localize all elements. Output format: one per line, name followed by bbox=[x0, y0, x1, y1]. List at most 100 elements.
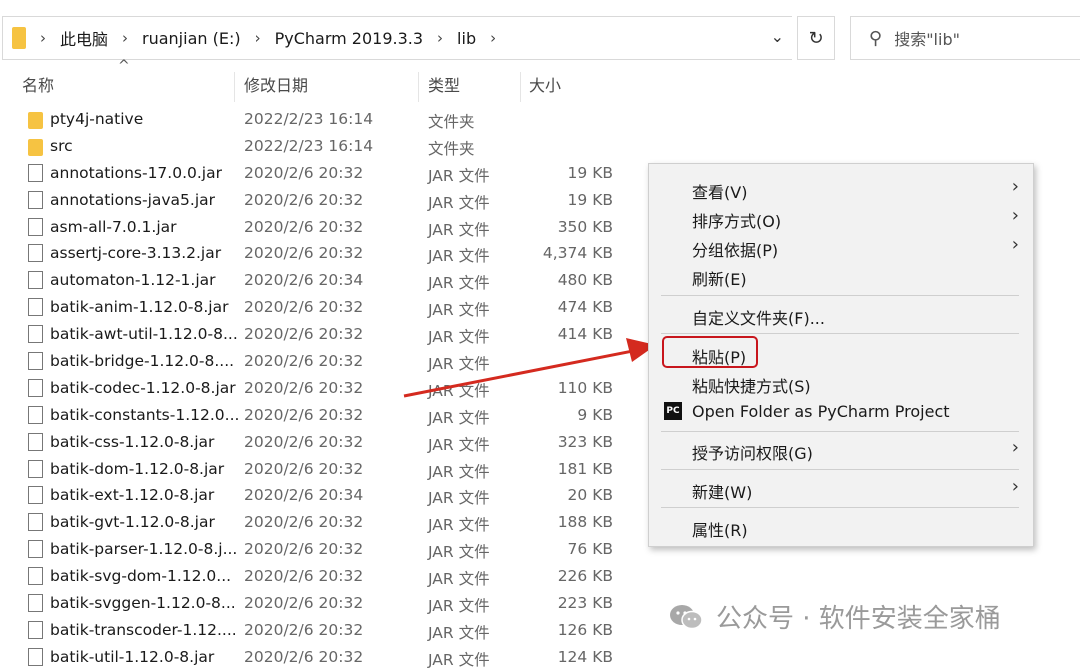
file-type: JAR 文件 bbox=[428, 650, 490, 669]
file-row[interactable]: batik-css-1.12.0-8.jar 2020/2/6 20:32 JAR … bbox=[0, 430, 640, 457]
menu-item-refresh[interactable]: 刷新(E) bbox=[692, 266, 747, 290]
file-size: 20 KB bbox=[567, 486, 613, 505]
file-date: 2020/2/6 20:32 bbox=[244, 567, 364, 586]
breadcrumb-lib[interactable]: lib bbox=[457, 29, 476, 48]
file-type: JAR 文件 bbox=[428, 408, 490, 427]
search-placeholder: 搜索"lib" bbox=[894, 30, 960, 49]
file-type: JAR 文件 bbox=[428, 274, 490, 293]
file-name: batik-constants-1.12.0... bbox=[50, 405, 240, 424]
file-size: 110 KB bbox=[557, 378, 613, 397]
breadcrumb-drive[interactable]: ruanjian (E:) bbox=[142, 29, 241, 48]
address-bar[interactable]: › 此电脑 › ruanjian (E:) › PyCharm 2019.3.3… bbox=[2, 16, 792, 60]
file-date: 2020/2/6 20:32 bbox=[244, 594, 364, 613]
column-type[interactable]: 类型 bbox=[428, 72, 460, 96]
file-row[interactable]: automaton-1.12-1.jar 2020/2/6 20:34 JAR 文件… bbox=[0, 268, 640, 295]
menu-item-sort[interactable]: 排序方式(O) bbox=[692, 208, 781, 232]
breadcrumb-pycharm[interactable]: PyCharm 2019.3.3 bbox=[275, 29, 423, 48]
column-name[interactable]: 名称 bbox=[22, 72, 54, 96]
file-row[interactable]: batik-svg-dom-1.12.0... 2020/2/6 20:32 JAR… bbox=[0, 564, 640, 591]
breadcrumb-this-pc[interactable]: 此电脑 bbox=[60, 26, 108, 50]
file-name: batik-transcoder-1.12.... bbox=[50, 620, 237, 639]
file-row[interactable]: batik-svggen-1.12.0-8... 2020/2/6 20:32 JA… bbox=[0, 591, 640, 618]
file-row[interactable]: assertj-core-3.13.2.jar 2020/2/6 20:32 JAR… bbox=[0, 241, 640, 268]
menu-item-grant-access[interactable]: 授予访问权限(G) bbox=[692, 440, 813, 464]
file-row[interactable]: batik-gvt-1.12.0-8.jar 2020/2/6 20:32 JAR … bbox=[0, 510, 640, 537]
file-row[interactable]: annotations-17.0.0.jar 2020/2/6 20:32 JAR … bbox=[0, 161, 640, 188]
file-row[interactable]: annotations-java5.jar 2020/2/6 20:32 JAR 文… bbox=[0, 188, 640, 215]
folder-icon bbox=[28, 138, 43, 156]
file-type: JAR 文件 bbox=[428, 597, 490, 616]
search-icon: ⚲ bbox=[869, 27, 883, 49]
file-row[interactable]: batik-parser-1.12.0-8.j... 2020/2/6 20:32… bbox=[0, 537, 640, 564]
file-row[interactable]: src 2022/2/23 16:14 文件夹 bbox=[0, 134, 640, 161]
menu-item-paste-shortcut[interactable]: 粘贴快捷方式(S) bbox=[692, 373, 811, 397]
menu-item-properties[interactable]: 属性(R) bbox=[692, 517, 748, 541]
file-row[interactable]: pty4j-native 2022/2/23 16:14 文件夹 bbox=[0, 107, 640, 134]
menu-item-new[interactable]: 新建(W) bbox=[692, 479, 752, 503]
menu-item-open-pycharm[interactable]: Open Folder as PyCharm Project bbox=[692, 402, 950, 421]
refresh-button[interactable]: ↻ bbox=[797, 16, 835, 60]
menu-item-view[interactable]: 查看(V) bbox=[692, 179, 747, 203]
file-row[interactable]: batik-constants-1.12.0... 2020/2/6 20:32 J… bbox=[0, 403, 640, 430]
column-divider[interactable] bbox=[520, 72, 521, 102]
file-name: batik-anim-1.12.0-8.jar bbox=[50, 298, 229, 317]
search-input[interactable]: ⚲ 搜索"lib" bbox=[850, 16, 1080, 60]
menu-separator bbox=[661, 295, 1019, 296]
file-date: 2020/2/6 20:34 bbox=[244, 486, 364, 505]
file-row[interactable]: batik-codec-1.12.0-8.jar 2020/2/6 20:32 JA… bbox=[0, 376, 640, 403]
menu-item-group[interactable]: 分组依据(P) bbox=[692, 237, 778, 261]
chevron-right-icon: › bbox=[122, 29, 129, 47]
file-name: batik-dom-1.12.0-8.jar bbox=[50, 459, 225, 478]
menu-item-customize-folder[interactable]: 自定义文件夹(F)... bbox=[692, 305, 825, 329]
column-date[interactable]: 修改日期 bbox=[244, 72, 308, 96]
file-date: 2020/2/6 20:32 bbox=[244, 244, 364, 263]
file-date: 2020/2/6 20:32 bbox=[244, 620, 364, 639]
file-type: JAR 文件 bbox=[428, 301, 490, 320]
file-name: batik-parser-1.12.0-8.j... bbox=[50, 540, 238, 559]
file-date: 2020/2/6 20:32 bbox=[244, 163, 364, 182]
file-icon bbox=[28, 271, 43, 290]
chevron-down-icon[interactable]: ⌄ bbox=[771, 27, 784, 46]
file-date: 2020/2/6 20:32 bbox=[244, 325, 364, 344]
file-type: JAR 文件 bbox=[428, 381, 490, 400]
top-bar: › 此电脑 › ruanjian (E:) › PyCharm 2019.3.3… bbox=[0, 10, 1080, 60]
column-divider[interactable] bbox=[418, 72, 419, 102]
file-row[interactable]: batik-awt-util-1.12.0-8... 2020/2/6 20:32… bbox=[0, 322, 640, 349]
file-size: 223 KB bbox=[557, 594, 613, 613]
file-row[interactable]: batik-dom-1.12.0-8.jar 2020/2/6 20:32 JAR … bbox=[0, 457, 640, 484]
file-name: src bbox=[50, 136, 73, 155]
file-date: 2020/2/6 20:32 bbox=[244, 217, 364, 236]
file-name: asm-all-7.0.1.jar bbox=[50, 217, 177, 236]
file-date: 2020/2/6 20:34 bbox=[244, 271, 364, 290]
file-name: annotations-java5.jar bbox=[50, 190, 216, 209]
file-type: JAR 文件 bbox=[428, 570, 490, 589]
file-icon bbox=[28, 647, 43, 666]
column-divider[interactable] bbox=[234, 72, 235, 102]
file-list: pty4j-native 2022/2/23 16:14 文件夹 src 2022/2/… bbox=[0, 107, 640, 672]
file-row[interactable]: batik-transcoder-1.12.... 2020/2/6 20:32 J… bbox=[0, 618, 640, 645]
file-row[interactable]: batik-ext-1.12.0-8.jar 2020/2/6 20:34 JAR … bbox=[0, 483, 640, 510]
file-row[interactable]: asm-all-7.0.1.jar 2020/2/6 20:32 JAR 文件 350… bbox=[0, 215, 640, 242]
refresh-icon: ↻ bbox=[808, 27, 824, 49]
file-icon bbox=[28, 405, 43, 424]
file-name: batik-codec-1.12.0-8.jar bbox=[50, 378, 236, 397]
menu-separator bbox=[661, 333, 1019, 334]
file-size: 188 KB bbox=[557, 513, 613, 532]
file-size: 9 KB bbox=[577, 405, 613, 424]
file-type: JAR 文件 bbox=[428, 328, 490, 347]
file-row[interactable]: batik-anim-1.12.0-8.jar 2020/2/6 20:32 JAR… bbox=[0, 295, 640, 322]
column-size[interactable]: 大小 bbox=[529, 72, 561, 96]
watermark-text: 公众号 · 软件安装全家桶 bbox=[716, 604, 1001, 634]
file-icon bbox=[28, 432, 43, 451]
file-name: batik-ext-1.12.0-8.jar bbox=[50, 486, 215, 505]
file-row[interactable]: batik-bridge-1.12.0-8.... 2020/2/6 20:32 J… bbox=[0, 349, 640, 376]
file-row[interactable]: batik-util-1.12.0-8.jar 2020/2/6 20:32 JAR… bbox=[0, 645, 640, 672]
file-type: JAR 文件 bbox=[428, 220, 490, 239]
file-type: JAR 文件 bbox=[428, 489, 490, 508]
file-type: JAR 文件 bbox=[428, 516, 490, 535]
folder-icon bbox=[28, 112, 43, 129]
file-icon bbox=[28, 298, 43, 317]
file-icon bbox=[28, 244, 43, 263]
file-size: 19 KB bbox=[567, 163, 613, 182]
pycharm-icon: PC bbox=[664, 402, 682, 420]
